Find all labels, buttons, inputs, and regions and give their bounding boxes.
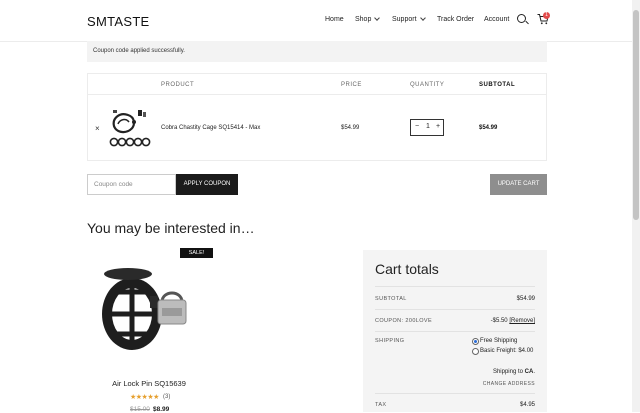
nav-shop-label: Shop bbox=[355, 16, 372, 23]
header-price: PRICE bbox=[341, 82, 362, 88]
recommended-product-name[interactable]: Air Lock Pin SQ15639 bbox=[87, 379, 211, 388]
scrollbar-thumb[interactable] bbox=[633, 10, 639, 220]
product-thumbnail[interactable] bbox=[108, 106, 153, 152]
quantity-stepper: − 1 + bbox=[410, 119, 444, 136]
table-divider bbox=[88, 94, 546, 95]
header-quantity: QUANTITY bbox=[410, 82, 445, 88]
site-logo[interactable]: SMTASTE bbox=[87, 14, 150, 29]
quantity-decrease-button[interactable]: − bbox=[415, 123, 419, 130]
chevron-down-icon bbox=[374, 15, 381, 21]
coupon-code-input[interactable] bbox=[87, 174, 176, 195]
header-subtotal: SUBTOTAL bbox=[479, 82, 516, 88]
apply-coupon-button[interactable]: APPLY COUPON bbox=[176, 174, 238, 195]
coupon-discount: -$5.50 [Remove] bbox=[491, 318, 535, 324]
site-header: SMTASTE Home Shop Support Track Order Ac… bbox=[0, 0, 632, 42]
tax-label: TAX bbox=[375, 402, 387, 408]
basic-freight-label[interactable]: Basic Freight: $4.00 bbox=[480, 348, 533, 354]
nav-track-order-label: Track Order bbox=[437, 16, 475, 23]
totals-divider bbox=[375, 393, 535, 394]
coupon-value: -$5.50 bbox=[490, 318, 508, 324]
nav-account[interactable]: Account bbox=[484, 16, 509, 23]
tax-value: $4.95 bbox=[519, 402, 535, 408]
product-price: $54.99 bbox=[341, 125, 360, 131]
nav-home[interactable]: Home bbox=[325, 16, 344, 23]
nav-support-label: Support bbox=[392, 16, 417, 23]
header-product: PRODUCT bbox=[161, 82, 195, 88]
remove-item-button[interactable]: × bbox=[95, 124, 100, 133]
nav-account-label: Account bbox=[484, 16, 510, 23]
totals-divider bbox=[375, 286, 535, 287]
star-rating: ★★★★★ bbox=[130, 394, 159, 401]
shipping-destination: Shipping to CA. bbox=[493, 369, 535, 375]
quantity-value[interactable]: 1 bbox=[426, 123, 430, 130]
cart-totals-title: Cart totals bbox=[375, 261, 439, 277]
coupon-label: COUPON: 200LOVE bbox=[375, 318, 433, 324]
product-subtotal: $54.99 bbox=[479, 125, 498, 131]
shipping-to-suffix: . bbox=[533, 369, 535, 375]
coupon-success-notice: Coupon code applied successfully. bbox=[87, 41, 547, 62]
nav-support[interactable]: Support bbox=[392, 15, 426, 23]
shipping-label: SHIPPING bbox=[375, 338, 405, 344]
quantity-increase-button[interactable]: + bbox=[436, 123, 440, 130]
cart-table: PRODUCT PRICE QUANTITY SUBTOTAL × Cobra … bbox=[87, 73, 547, 161]
shipping-to-prefix: Shipping to bbox=[492, 369, 525, 375]
free-shipping-radio[interactable] bbox=[472, 338, 479, 345]
free-shipping-label[interactable]: Free Shipping bbox=[480, 338, 517, 344]
recommended-product-image[interactable] bbox=[90, 262, 200, 372]
sale-badge: SALE! bbox=[180, 248, 213, 258]
cart-totals-panel: Cart totals SUBTOTAL $54.99 COUPON: 200L… bbox=[363, 250, 547, 412]
change-address-link[interactable]: CHANGE ADDRESS bbox=[483, 381, 535, 387]
chevron-down-icon bbox=[419, 15, 426, 21]
nav-track-order[interactable]: Track Order bbox=[437, 16, 474, 23]
totals-divider bbox=[375, 309, 535, 310]
search-icon[interactable] bbox=[517, 14, 526, 23]
basic-freight-radio[interactable] bbox=[472, 348, 479, 355]
interested-heading: You may be interested in… bbox=[87, 220, 255, 236]
subtotal-label: SUBTOTAL bbox=[375, 296, 407, 302]
update-cart-button[interactable]: UPDATE CART bbox=[490, 174, 547, 195]
nav-home-label: Home bbox=[325, 16, 344, 23]
remove-coupon-link[interactable]: [Remove] bbox=[509, 318, 535, 324]
subtotal-value: $54.99 bbox=[516, 296, 535, 302]
nav-shop[interactable]: Shop bbox=[355, 15, 381, 23]
product-name-link[interactable]: Cobra Chastity Cage SQ15414 - Max bbox=[161, 125, 260, 131]
totals-divider bbox=[375, 331, 535, 332]
review-count[interactable]: (3) bbox=[163, 394, 170, 400]
cart-count-badge: 1 bbox=[543, 12, 550, 19]
